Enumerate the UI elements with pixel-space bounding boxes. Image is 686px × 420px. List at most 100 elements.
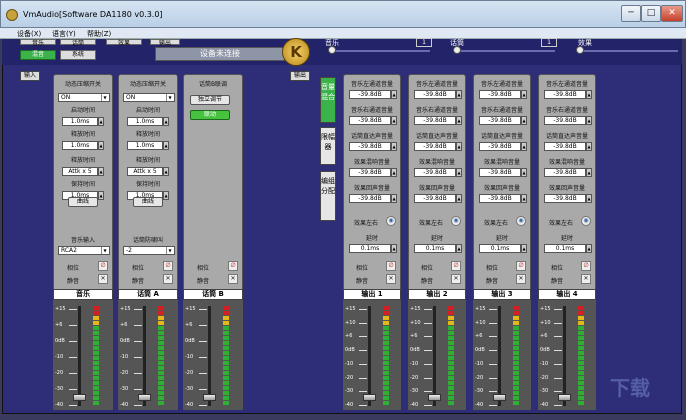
delay-spin[interactable]: ▲ xyxy=(456,244,462,253)
source-select[interactable]: RCA2 ▼ xyxy=(58,246,110,255)
mix-row-value[interactable]: -39.8dB xyxy=(544,116,586,125)
delay-input[interactable]: 0.1ms xyxy=(349,244,391,253)
mix-row-spin[interactable]: ▲ xyxy=(586,142,592,151)
mix-row-value[interactable]: -39.8dB xyxy=(479,142,521,151)
mix-row-spin[interactable]: ▲ xyxy=(521,116,527,125)
curve-button[interactable]: 曲线 xyxy=(68,197,98,207)
feedback-select[interactable]: -2 ▼ xyxy=(123,246,175,255)
fader-knob[interactable] xyxy=(428,394,441,401)
mix-row-value[interactable]: -39.8dB xyxy=(349,194,391,203)
menu-language[interactable]: 语言(Y) xyxy=(52,29,76,39)
mix-button[interactable]: 混音 xyxy=(20,50,56,60)
mic-master-knob[interactable] xyxy=(453,46,461,54)
comp-switch-select[interactable]: ON ▼ xyxy=(123,93,175,102)
tab-music[interactable]: 音乐 xyxy=(20,39,56,47)
system-button[interactable]: 系统 xyxy=(60,50,96,60)
mix-row-spin[interactable]: ▲ xyxy=(391,168,397,177)
mute-icon[interactable]: ✕ xyxy=(98,274,108,284)
phase-icon[interactable]: ∅ xyxy=(451,261,461,271)
mic-master-track[interactable] xyxy=(455,50,555,52)
attack-spin[interactable]: ▲ xyxy=(98,117,104,126)
phase-icon[interactable]: ∅ xyxy=(581,261,591,271)
mix-row-spin[interactable]: ▲ xyxy=(391,142,397,151)
menu-help[interactable]: 帮助(Z) xyxy=(87,29,111,39)
delay-spin[interactable]: ▲ xyxy=(586,244,592,253)
mix-row-value[interactable]: -39.8dB xyxy=(414,194,456,203)
effect-master-knob[interactable] xyxy=(576,46,584,54)
mix-row-spin[interactable]: ▲ xyxy=(391,90,397,99)
mix-row-spin[interactable]: ▲ xyxy=(586,168,592,177)
tab-group-assign[interactable]: 编组分配 xyxy=(320,171,336,221)
mute-icon[interactable]: ✕ xyxy=(163,274,173,284)
mute-icon[interactable]: ✕ xyxy=(386,274,396,284)
fader-knob[interactable] xyxy=(363,394,376,401)
mix-row-value[interactable]: -39.8dB xyxy=(479,194,521,203)
mix-row-spin[interactable]: ▲ xyxy=(586,90,592,99)
mix-row-value[interactable]: -39.8dB xyxy=(414,168,456,177)
phase-icon[interactable]: ∅ xyxy=(228,261,238,271)
mic-master-value[interactable]: 1 xyxy=(541,38,557,47)
close-button[interactable]: ✕ xyxy=(661,5,683,22)
mix-row-spin[interactable]: ▲ xyxy=(586,116,592,125)
mix-row-value[interactable]: -39.8dB xyxy=(544,194,586,203)
tab-effect[interactable]: 效果 xyxy=(106,39,142,47)
tab-limiter[interactable]: 限幅器 xyxy=(320,127,336,165)
knob-icon[interactable]: ◉ xyxy=(516,216,526,226)
mix-row-value[interactable]: -39.8dB xyxy=(349,168,391,177)
fader-track[interactable] xyxy=(78,306,81,406)
mix-row-value[interactable]: -39.8dB xyxy=(349,90,391,99)
fader-knob[interactable] xyxy=(73,394,86,401)
mute-icon[interactable]: ✕ xyxy=(581,274,591,284)
mix-row-value[interactable]: -39.8dB xyxy=(414,90,456,99)
mix-row-value[interactable]: -39.8dB xyxy=(544,142,586,151)
mute-icon[interactable]: ✕ xyxy=(451,274,461,284)
mix-row-spin[interactable]: ▲ xyxy=(586,194,592,203)
comp-switch-select[interactable]: ON ▼ xyxy=(58,93,110,102)
knob-icon[interactable]: ◉ xyxy=(581,216,591,226)
fader-knob[interactable] xyxy=(203,394,216,401)
knob-icon[interactable]: ◉ xyxy=(386,216,396,226)
ratio-input[interactable]: Attk x 5 xyxy=(127,167,163,176)
delay-input[interactable]: 0.1ms xyxy=(544,244,586,253)
fader-track[interactable] xyxy=(368,306,371,406)
fader-track[interactable] xyxy=(498,306,501,406)
link-button[interactable]: 联动 xyxy=(190,110,230,120)
mix-row-spin[interactable]: ▲ xyxy=(456,142,462,151)
release-spin[interactable]: ▲ xyxy=(163,141,169,150)
mix-row-spin[interactable]: ▲ xyxy=(456,116,462,125)
release-input[interactable]: 1.0ms xyxy=(127,141,163,150)
mix-row-spin[interactable]: ▲ xyxy=(391,194,397,203)
tab-volume-mix[interactable]: 音量混合 xyxy=(320,77,336,123)
phase-icon[interactable]: ∅ xyxy=(98,261,108,271)
mute-icon[interactable]: ✕ xyxy=(228,274,238,284)
attack-spin[interactable]: ▲ xyxy=(163,117,169,126)
mix-row-value[interactable]: -39.8dB xyxy=(544,168,586,177)
mix-row-spin[interactable]: ▲ xyxy=(521,90,527,99)
minimize-button[interactable]: ─ xyxy=(621,5,641,22)
mix-row-spin[interactable]: ▲ xyxy=(521,168,527,177)
ratio-spin[interactable]: ▲ xyxy=(98,167,104,176)
delay-input[interactable]: 0.1ms xyxy=(414,244,456,253)
knob-icon[interactable]: ◉ xyxy=(451,216,461,226)
mix-row-value[interactable]: -39.8dB xyxy=(349,116,391,125)
fader-track[interactable] xyxy=(433,306,436,406)
hold-spin[interactable]: ▲ xyxy=(163,191,169,200)
tab-mic[interactable]: 话筒 xyxy=(60,39,96,47)
music-master-track[interactable] xyxy=(330,50,430,52)
mix-row-spin[interactable]: ▲ xyxy=(391,116,397,125)
ratio-spin[interactable]: ▲ xyxy=(163,167,169,176)
mix-row-spin[interactable]: ▲ xyxy=(456,194,462,203)
independent-button[interactable]: 独立调节 xyxy=(190,95,230,105)
hold-spin[interactable]: ▲ xyxy=(98,191,104,200)
mix-row-value[interactable]: -39.8dB xyxy=(479,90,521,99)
fader-knob[interactable] xyxy=(558,394,571,401)
phase-icon[interactable]: ∅ xyxy=(516,261,526,271)
delay-input[interactable]: 0.1ms xyxy=(479,244,521,253)
phase-icon[interactable]: ∅ xyxy=(386,261,396,271)
mix-row-spin[interactable]: ▲ xyxy=(521,142,527,151)
mix-row-value[interactable]: -39.8dB xyxy=(414,142,456,151)
mix-row-value[interactable]: -39.8dB xyxy=(349,142,391,151)
tab-output[interactable]: 输出 xyxy=(150,39,180,47)
fader-track[interactable] xyxy=(143,306,146,406)
mute-icon[interactable]: ✕ xyxy=(516,274,526,284)
